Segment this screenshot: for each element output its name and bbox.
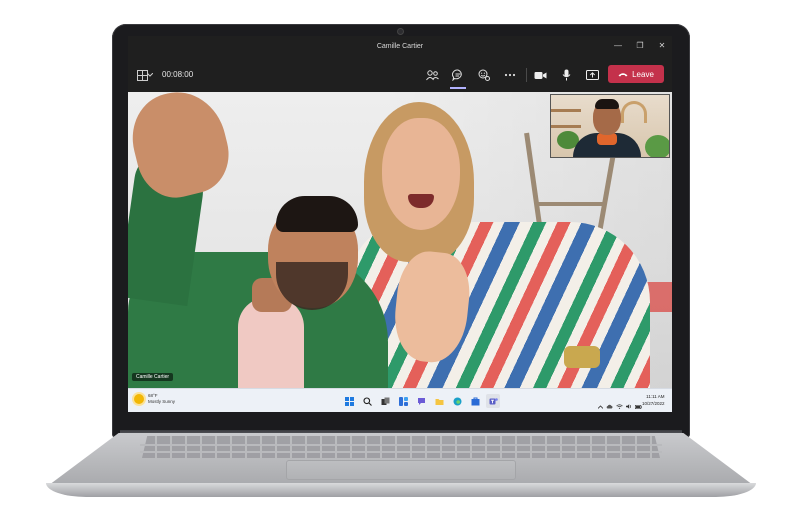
chevron-down-icon[interactable] — [146, 67, 154, 83]
leave-button[interactable]: Leave — [608, 65, 664, 83]
toolbar-separator — [526, 68, 527, 82]
shelf — [551, 125, 581, 128]
plant — [645, 135, 669, 157]
active-tab-indicator — [450, 87, 466, 89]
webcam — [398, 29, 403, 34]
edge-icon[interactable] — [450, 394, 464, 408]
call-toolbar: 00:08:00 Leave — [128, 58, 672, 92]
trackpad — [286, 460, 516, 480]
cloud-icon[interactable] — [606, 396, 613, 412]
keyboard-row-divider — [140, 451, 662, 453]
clock-time: 11:11 AM — [646, 394, 665, 399]
chevron-up-icon[interactable] — [597, 396, 604, 412]
system-tray — [597, 396, 642, 412]
battery-icon[interactable] — [635, 396, 642, 412]
volume-icon[interactable] — [626, 396, 632, 412]
taskbar-clock[interactable]: 11:11 AM 10/27/2022 — [642, 393, 665, 407]
windows-start-icon[interactable] — [342, 394, 356, 408]
background-ladder-rung — [536, 202, 606, 206]
window-title: Camille Cartier — [376, 43, 424, 50]
self-view-video[interactable] — [550, 94, 670, 158]
keyboard-row-divider — [140, 444, 662, 446]
participant-name-tag: Camille Cartier — [132, 373, 174, 381]
leave-label: Leave — [632, 69, 654, 79]
more-icon[interactable] — [502, 67, 518, 83]
wall-decoration — [621, 101, 647, 123]
weather-description: Mostly Sunny — [148, 399, 176, 404]
file-explorer-icon[interactable] — [432, 394, 446, 408]
widgets-icon[interactable] — [396, 394, 410, 408]
minimize-button[interactable]: — — [612, 40, 624, 52]
wristwatch — [564, 346, 600, 368]
keyboard — [142, 436, 660, 458]
main-video: Camille Cartier — [128, 92, 672, 388]
phone-hangup-icon — [618, 70, 628, 79]
screen: Camille Cartier — ❐ ✕ 00:08:00 Leave Cam… — [128, 36, 672, 412]
camera-icon[interactable] — [532, 67, 548, 83]
shelf — [551, 109, 581, 112]
chat-icon[interactable] — [414, 394, 428, 408]
restore-button[interactable]: ❐ — [634, 40, 646, 52]
teams-icon[interactable] — [486, 394, 500, 408]
participant-woman-face — [382, 118, 460, 230]
people-icon[interactable] — [424, 67, 440, 83]
weather-widget[interactable]: 68°F Mostly Sunny — [134, 393, 175, 405]
wifi-icon[interactable] — [616, 396, 623, 412]
call-timer: 00:08:00 — [162, 70, 194, 79]
share-screen-icon[interactable] — [584, 67, 600, 83]
task-view-icon[interactable] — [378, 394, 392, 408]
clock-date: 10/27/2022 — [642, 401, 665, 406]
window-titlebar: Camille Cartier — ❐ ✕ — [128, 36, 672, 58]
sun-icon — [134, 394, 144, 404]
chat-icon[interactable] — [450, 67, 466, 83]
windows-taskbar: 68°F Mostly Sunny 11:11 AM 10/27/2022 — [128, 388, 672, 412]
mic-icon[interactable] — [558, 67, 574, 83]
taskbar-apps — [342, 394, 500, 408]
reactions-icon[interactable] — [476, 67, 492, 83]
search-icon[interactable] — [360, 394, 374, 408]
participant-man-hair — [276, 196, 358, 232]
self-view-person-hair — [595, 99, 619, 109]
close-button[interactable]: ✕ — [656, 40, 668, 52]
store-icon[interactable] — [468, 394, 482, 408]
laptop-front-edge — [46, 483, 756, 497]
